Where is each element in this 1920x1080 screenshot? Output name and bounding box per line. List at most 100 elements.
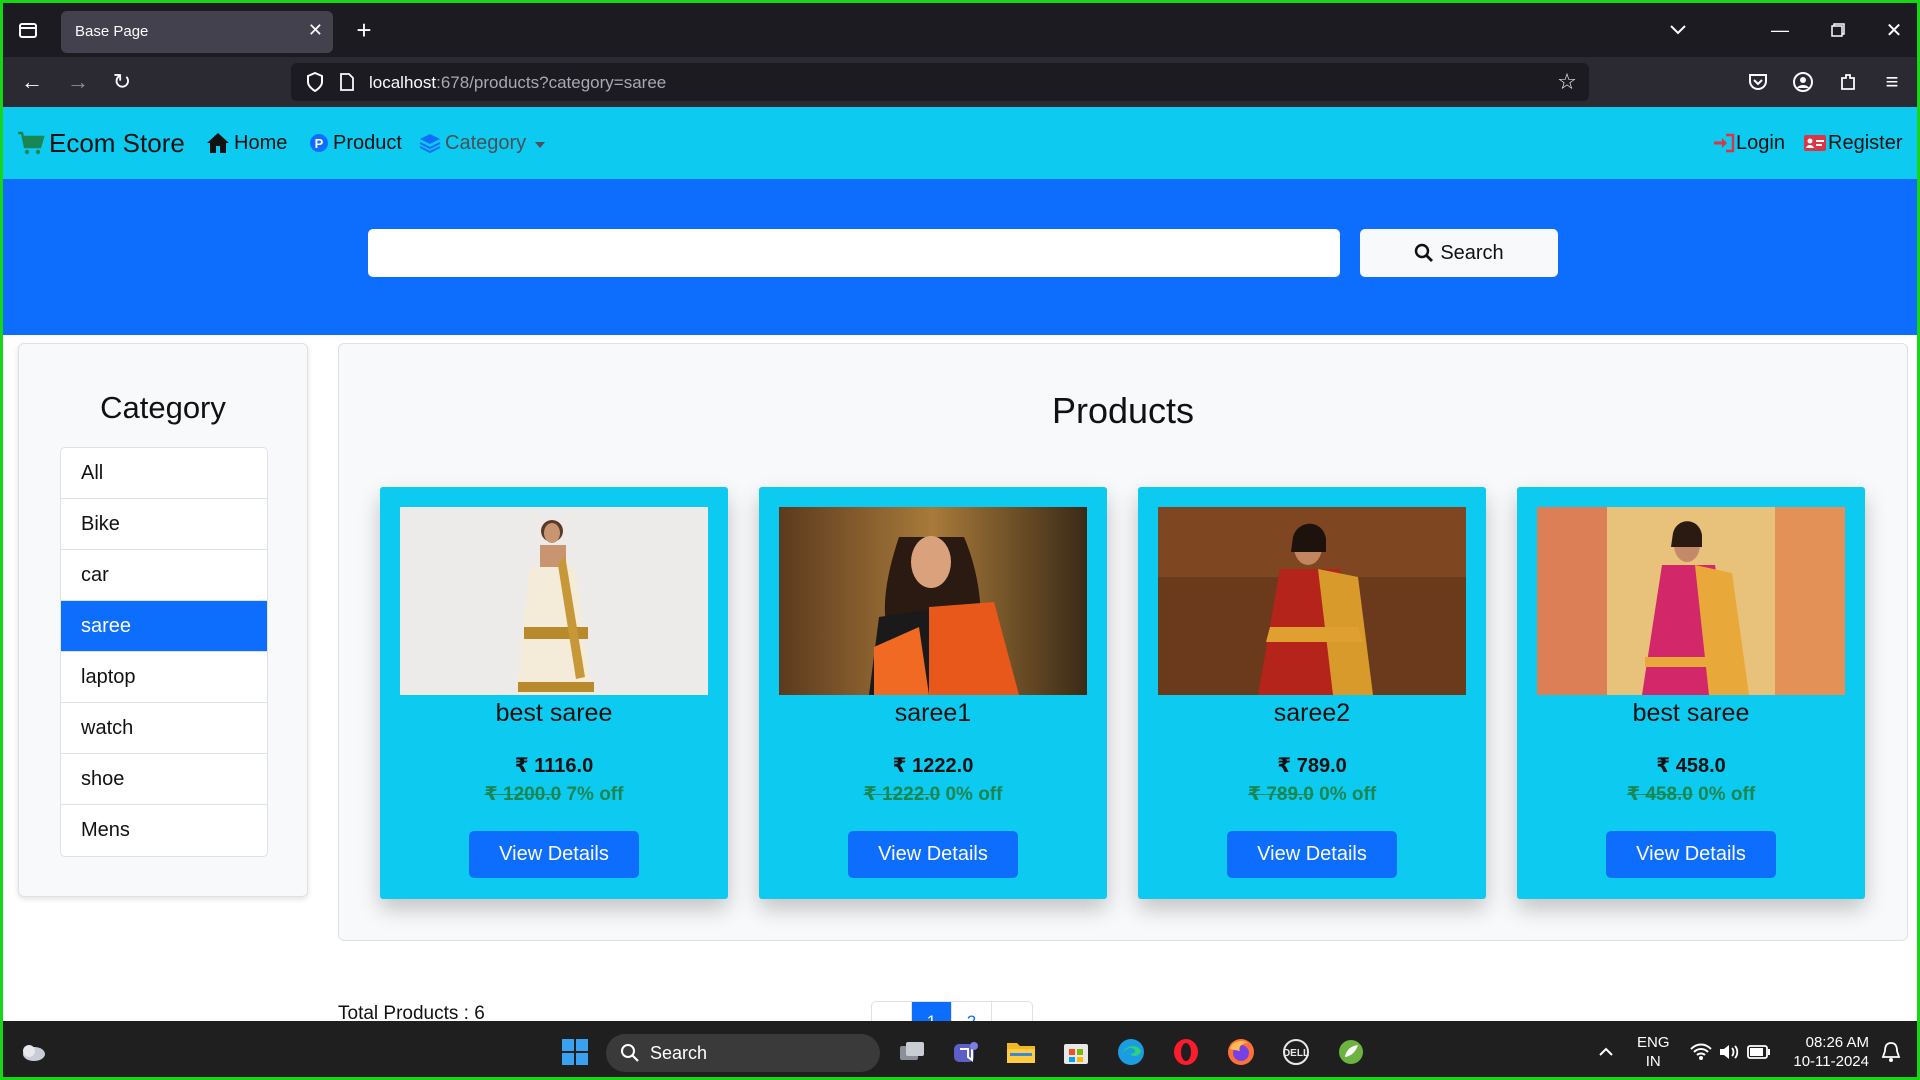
- close-window-icon[interactable]: ✕: [1881, 17, 1907, 43]
- category-item-mens[interactable]: Mens: [61, 805, 267, 856]
- product-discount-percent: 7% off: [566, 784, 624, 805]
- battery-icon[interactable]: [1741, 1034, 1777, 1070]
- product-icon: P: [309, 133, 329, 153]
- view-details-button[interactable]: View Details: [848, 831, 1018, 878]
- product-name: best saree: [495, 699, 613, 727]
- region-code: IN: [1645, 1053, 1661, 1070]
- edge-icon[interactable]: [1113, 1034, 1149, 1070]
- task-view-icon[interactable]: [894, 1034, 930, 1070]
- product-discount: ₹ 458.0 0% off: [1517, 783, 1865, 806]
- products-title: Products: [1051, 390, 1195, 431]
- view-details-button[interactable]: View Details: [469, 831, 639, 878]
- opera-icon[interactable]: [1168, 1034, 1204, 1070]
- browser-toolbar: ← → ↻ localhost:678/products?category=sa…: [3, 57, 1917, 107]
- nav-home[interactable]: Home: [206, 107, 287, 179]
- search-icon: [1415, 243, 1434, 262]
- notification-icon[interactable]: [1873, 1034, 1909, 1070]
- nav-category-dropdown[interactable]: Category: [419, 107, 546, 179]
- product-discount-percent: 0% off: [1698, 784, 1756, 805]
- taskbar-search-label: Search: [650, 1042, 708, 1063]
- product-discount: ₹ 789.0 0% off: [1138, 783, 1486, 806]
- bookmark-star-icon[interactable]: ☆: [1555, 69, 1579, 94]
- page-icon[interactable]: [335, 70, 359, 94]
- microsoft-store-icon[interactable]: [1058, 1034, 1094, 1070]
- product-card: saree2 ₹ 789.0 ₹ 789.0 0% off View Detai…: [1138, 487, 1486, 899]
- category-item-laptop[interactable]: laptop: [61, 652, 267, 703]
- weather-icon[interactable]: [15, 1034, 51, 1070]
- brand-link[interactable]: Ecom Store: [17, 107, 185, 179]
- category-item-saree[interactable]: saree: [61, 601, 267, 652]
- search-button-label: Search: [1440, 241, 1504, 264]
- list-all-tabs-icon[interactable]: [1665, 17, 1691, 43]
- address-bar[interactable]: localhost:678/products?category=saree ☆: [291, 63, 1589, 101]
- product-old-price: ₹ 1200.0: [484, 784, 562, 805]
- layers-icon: [419, 132, 441, 154]
- minimize-icon[interactable]: —: [1767, 17, 1793, 43]
- view-details-button[interactable]: View Details: [1227, 831, 1397, 878]
- close-tab-icon[interactable]: ✕: [308, 20, 323, 41]
- svg-text:DELL: DELL: [1283, 1048, 1309, 1059]
- extensions-icon[interactable]: [1835, 69, 1861, 95]
- search-button[interactable]: Search: [1360, 229, 1558, 277]
- search-icon: [621, 1044, 639, 1062]
- teams-icon[interactable]: [948, 1034, 984, 1070]
- browser-tab[interactable]: Base Page ✕: [61, 11, 333, 53]
- new-tab-icon[interactable]: +: [351, 15, 377, 45]
- caret-down-icon: [534, 132, 546, 155]
- search-input[interactable]: [368, 229, 1340, 277]
- file-explorer-icon[interactable]: [1003, 1034, 1039, 1070]
- search-banner: Search: [3, 179, 1917, 335]
- nav-register-label: Register: [1828, 131, 1903, 154]
- tab-list-icon[interactable]: [15, 17, 41, 43]
- nav-product-label: Product: [333, 131, 402, 154]
- language-indicator[interactable]: ENG IN: [1637, 1033, 1670, 1071]
- taskbar: Search DELL ENG IN 08:26 AM 10-11-2024: [3, 1021, 1917, 1077]
- restore-icon[interactable]: [1825, 17, 1851, 43]
- nav-login-label: Login: [1736, 131, 1785, 154]
- product-image[interactable]: [1158, 507, 1466, 695]
- pocket-icon[interactable]: [1745, 69, 1771, 95]
- shield-icon[interactable]: [303, 70, 327, 94]
- cart-icon: [17, 131, 45, 155]
- product-image[interactable]: [779, 507, 1087, 695]
- product-price: ₹ 789.0: [1277, 755, 1347, 777]
- category-item-car[interactable]: car: [61, 550, 267, 601]
- product-discount: ₹ 1222.0 0% off: [759, 783, 1107, 806]
- category-item-all[interactable]: All: [61, 448, 267, 499]
- product-image[interactable]: [1537, 507, 1845, 695]
- products-panel: Products best saree ₹ 1116.0 ₹ 1200.0 7%…: [338, 343, 1908, 941]
- product-price: ₹ 1116.0: [514, 755, 594, 777]
- dell-icon[interactable]: DELL: [1278, 1034, 1314, 1070]
- view-details-button[interactable]: View Details: [1606, 831, 1776, 878]
- product-price: ₹ 458.0: [1656, 755, 1726, 777]
- category-item-watch[interactable]: watch: [61, 703, 267, 754]
- product-discount: ₹ 1200.0 7% off: [380, 783, 728, 806]
- product-old-price: ₹ 458.0: [1626, 784, 1693, 805]
- spring-tool-icon[interactable]: [1333, 1034, 1369, 1070]
- svg-text:P: P: [315, 136, 324, 151]
- clock-date: 10-11-2024: [1793, 1053, 1869, 1070]
- nav-product[interactable]: P Product: [309, 107, 402, 179]
- nav-category-label: Category: [445, 131, 527, 154]
- firefox-icon[interactable]: [1223, 1034, 1259, 1070]
- taskbar-search[interactable]: Search: [606, 1034, 880, 1072]
- nav-login[interactable]: Login: [1713, 107, 1785, 179]
- account-icon[interactable]: [1790, 69, 1816, 95]
- clock-time: 08:26 AM: [1805, 1034, 1869, 1051]
- menu-icon[interactable]: ≡: [1879, 69, 1905, 95]
- forward-icon[interactable]: →: [65, 69, 91, 95]
- category-item-shoe[interactable]: shoe: [61, 754, 267, 805]
- category-title: Category: [100, 390, 226, 425]
- home-icon: [206, 132, 230, 154]
- chevron-up-icon[interactable]: [1588, 1034, 1624, 1070]
- back-icon[interactable]: ←: [19, 69, 45, 95]
- clock[interactable]: 08:26 AM 10-11-2024: [1785, 1033, 1869, 1071]
- nav-register[interactable]: Register: [1803, 107, 1902, 179]
- product-image[interactable]: [400, 507, 708, 695]
- category-item-bike[interactable]: Bike: [61, 499, 267, 550]
- product-name: saree2: [1273, 699, 1351, 727]
- reload-icon[interactable]: ↻: [109, 69, 135, 95]
- id-card-icon: [1803, 134, 1827, 152]
- product-card: best saree ₹ 1116.0 ₹ 1200.0 7% off View…: [380, 487, 728, 899]
- windows-start-icon[interactable]: [557, 1034, 593, 1070]
